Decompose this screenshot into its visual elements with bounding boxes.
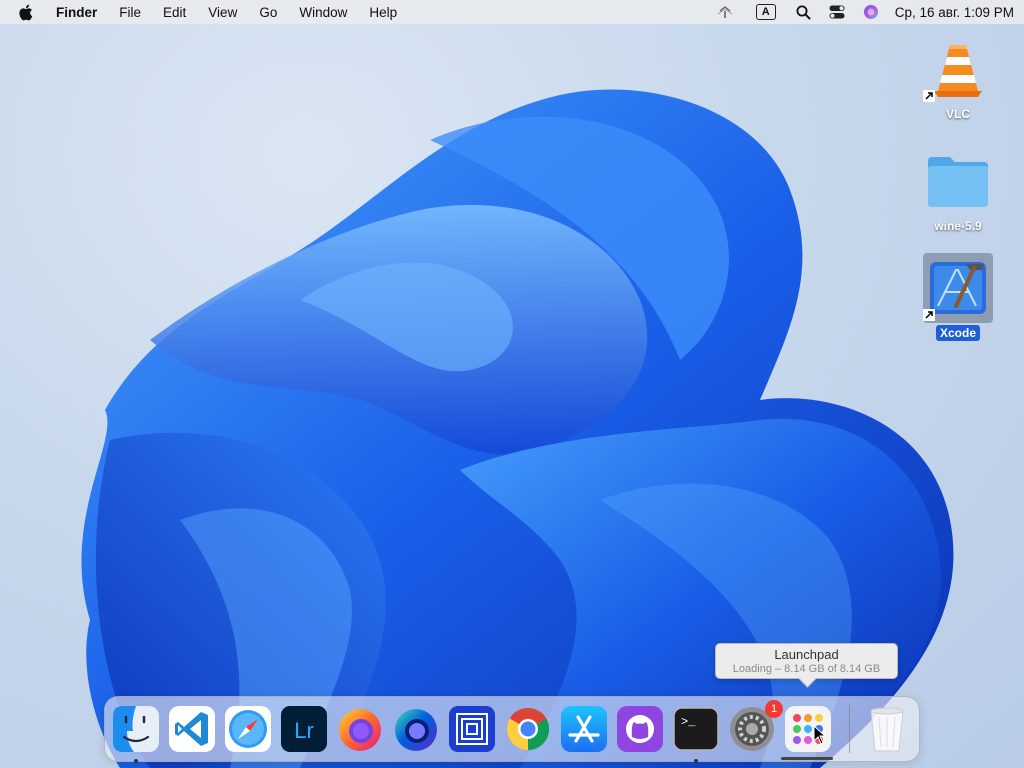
alias-arrow-icon: [923, 309, 935, 321]
input-source-icon[interactable]: A: [755, 4, 776, 20]
desktop-icon-wine-folder[interactable]: wine-5.9: [913, 146, 1003, 234]
apple-logo-icon[interactable]: [18, 4, 34, 20]
running-indicator: [134, 759, 138, 763]
control-center-icon[interactable]: [829, 5, 845, 19]
dock-item-parallels[interactable]: [447, 704, 497, 754]
dock-item-trash[interactable]: [862, 704, 912, 754]
vscode-icon: [169, 706, 215, 752]
dock-item-github[interactable]: [615, 704, 665, 754]
dock-item-app-store[interactable]: [559, 704, 609, 754]
notification-badge: 1: [765, 700, 783, 718]
terminal-prompt: >_: [681, 715, 696, 729]
app-store-icon: [561, 706, 607, 752]
github-icon: [617, 706, 663, 752]
dock-item-vscode[interactable]: [167, 704, 217, 754]
dock-item-terminal[interactable]: >_: [671, 704, 721, 763]
menu-go[interactable]: Go: [259, 5, 277, 20]
desktop-icon-label: Xcode: [935, 325, 980, 341]
dock-item-finder[interactable]: [111, 704, 161, 763]
menu-bar: Finder File Edit View Go Window Help A С…: [0, 0, 1024, 24]
tooltip-title: Launchpad: [774, 647, 839, 662]
firefox-dev-icon: [395, 709, 437, 751]
folder-icon: [923, 146, 993, 216]
launchpad-loading-progress: [781, 757, 833, 760]
menu-window[interactable]: Window: [299, 5, 347, 20]
dock-item-chrome[interactable]: [503, 704, 553, 754]
dock-tooltip: Launchpad Loading – 8.14 GB of 8.14 GB: [715, 643, 898, 688]
desktop-icon-label: wine-5.9: [934, 219, 982, 233]
menu-app-name[interactable]: Finder: [56, 5, 97, 20]
dock-item-safari[interactable]: [223, 704, 273, 754]
dock-item-firefox-dev[interactable]: [391, 704, 441, 754]
xcode-icon: [923, 253, 993, 323]
finder-icon: [113, 706, 159, 752]
menu-edit[interactable]: Edit: [163, 5, 186, 20]
desktop-icon-vlc[interactable]: VLC: [913, 34, 1003, 122]
menu-help[interactable]: Help: [369, 5, 397, 20]
parallels-icon: [449, 706, 495, 752]
running-indicator: [694, 759, 698, 763]
mouse-cursor-icon: [813, 725, 827, 745]
dock-separator: [849, 705, 850, 753]
input-source-label: A: [755, 4, 776, 20]
menu-file[interactable]: File: [119, 5, 141, 20]
spotlight-search-icon[interactable]: [796, 5, 811, 20]
lightroom-label: Lr: [294, 718, 314, 743]
desktop-icon-xcode[interactable]: Xcode: [913, 253, 1003, 341]
firefox-icon: [339, 709, 381, 751]
dock-item-system-settings[interactable]: 1: [727, 700, 783, 754]
menubar-clock[interactable]: Ср, 16 авг. 1:09 PM: [895, 5, 1014, 20]
dock-item-lightroom[interactable]: Lr: [279, 704, 329, 754]
wifi-icon[interactable]: [716, 5, 734, 19]
menu-view[interactable]: View: [208, 5, 237, 20]
vlc-cone-icon: [923, 34, 993, 104]
status-area: A Ср, 16 авг. 1:09 PM: [698, 4, 1014, 20]
dock-item-firefox[interactable]: [335, 704, 385, 754]
terminal-icon: >_: [673, 707, 719, 751]
lightroom-icon: Lr: [281, 706, 327, 752]
alias-arrow-icon: [923, 90, 935, 102]
dock: Lr >_ 1: [104, 696, 920, 763]
trash-icon: [870, 707, 904, 752]
chrome-icon: [506, 707, 550, 750]
safari-icon: [225, 706, 271, 752]
siri-icon[interactable]: [863, 4, 879, 20]
desktop-icon-label: VLC: [946, 107, 970, 121]
